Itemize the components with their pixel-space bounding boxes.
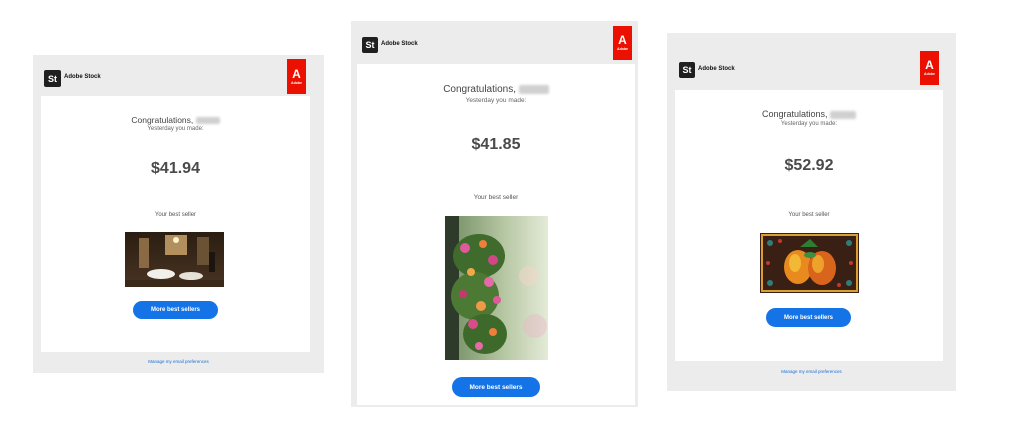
earnings-amount: $52.92 bbox=[784, 157, 834, 174]
email-card: Congratulations, Yesterday you made: $41… bbox=[357, 64, 635, 405]
adobe-logo-icon: A Adobe bbox=[613, 26, 632, 60]
more-best-sellers-button[interactable]: More best sellers bbox=[452, 377, 540, 397]
blurred-username bbox=[195, 117, 220, 125]
email-card: Congratulations, Yesterday you made: $41… bbox=[41, 96, 310, 352]
more-best-sellers-button[interactable]: More best sellers bbox=[766, 308, 851, 327]
best-seller-label: Your best seller bbox=[788, 212, 830, 218]
best-seller-image[interactable] bbox=[445, 216, 548, 360]
adobe-stock-logo-icon: St bbox=[362, 37, 378, 53]
hanging-flowers-photo-image bbox=[445, 216, 548, 360]
adobe-logo-icon: A Adobe bbox=[287, 59, 306, 94]
email-preview-3: St Adobe Stock A Adobe Congratulations, … bbox=[667, 33, 956, 391]
more-best-sellers-button[interactable]: More best sellers bbox=[133, 301, 218, 319]
best-seller-image[interactable] bbox=[760, 233, 859, 293]
brand-name: Adobe Stock bbox=[64, 74, 101, 80]
adobe-logo-icon: A Adobe bbox=[920, 51, 939, 85]
adobe-stock-logo-icon: St bbox=[679, 62, 695, 78]
mangoes-illustration-image bbox=[760, 233, 859, 293]
adobe-stock-logo-icon: St bbox=[44, 70, 61, 87]
earnings-amount: $41.94 bbox=[151, 160, 200, 177]
blurred-username bbox=[518, 84, 549, 94]
earnings-subtitle: Yesterday you made: bbox=[147, 126, 204, 132]
brand-name: Adobe Stock bbox=[698, 66, 735, 72]
greeting: Congratulations, bbox=[675, 109, 943, 119]
email-preview-2: St Adobe Stock A Adobe Congratulations, … bbox=[351, 21, 638, 407]
best-seller-image[interactable] bbox=[125, 232, 224, 287]
earnings-amount: $41.85 bbox=[471, 136, 521, 153]
earnings-subtitle: Yesterday you made: bbox=[780, 121, 838, 127]
greeting: Congratulations, bbox=[357, 84, 635, 95]
earnings-subtitle: Yesterday you made: bbox=[465, 97, 527, 104]
email-preview-1: St Adobe Stock A Adobe Congratulations, … bbox=[33, 55, 324, 373]
manage-email-preferences-link[interactable]: Manage my email preferences bbox=[667, 369, 956, 374]
best-seller-label: Your best seller bbox=[473, 194, 519, 201]
brand-name: Adobe Stock bbox=[381, 41, 418, 47]
email-card: Congratulations, Yesterday you made: $52… bbox=[675, 90, 943, 361]
manage-email-preferences-link[interactable]: Manage my email preferences bbox=[33, 359, 324, 364]
greeting: Congratulations, bbox=[41, 115, 310, 125]
blurred-username bbox=[830, 110, 857, 119]
best-seller-label: Your best seller bbox=[154, 212, 197, 218]
restaurant-photo-image bbox=[125, 232, 224, 287]
